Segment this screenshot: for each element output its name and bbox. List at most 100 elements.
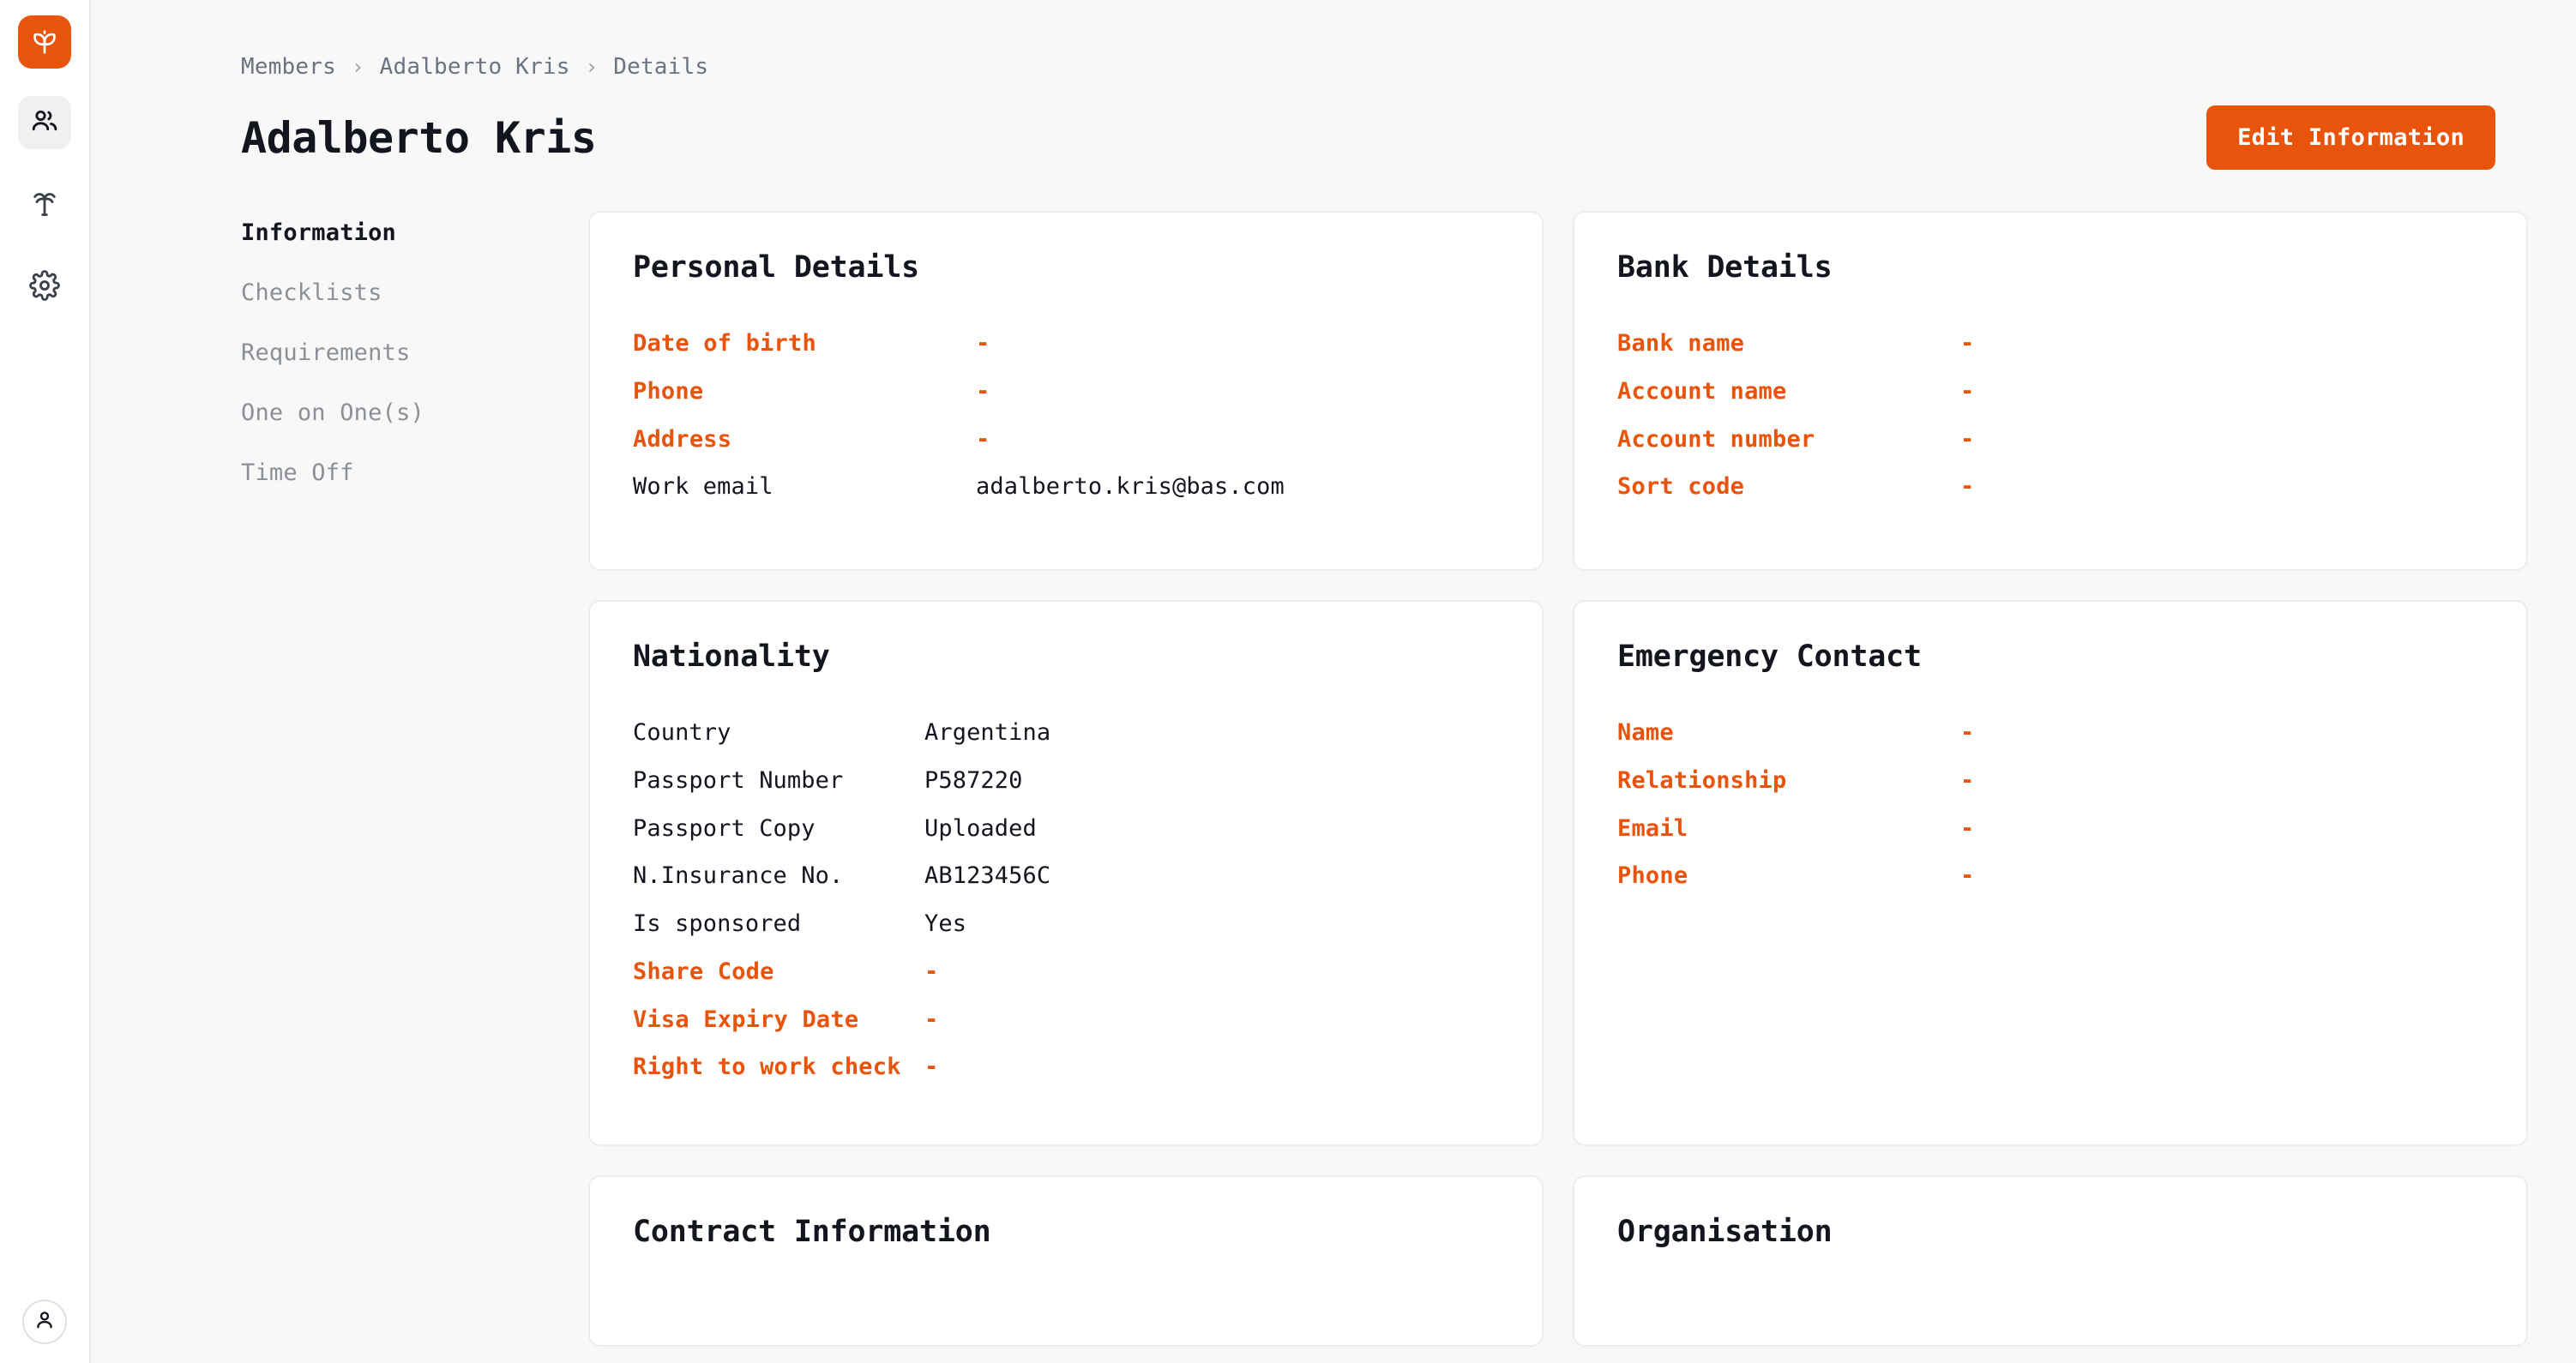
field-row: Date of birth- bbox=[633, 329, 1499, 358]
field-label: Passport Number bbox=[633, 766, 924, 796]
field-value: - bbox=[1960, 377, 1974, 406]
field-value: - bbox=[1960, 472, 1974, 501]
field-value: adalberto.kris@bas.com bbox=[976, 472, 1285, 501]
breadcrumb-item-member-name[interactable]: Adalberto Kris bbox=[380, 54, 570, 80]
nationality-card: Nationality CountryArgentina Passport Num… bbox=[588, 600, 1544, 1146]
field-row: Account number- bbox=[1617, 425, 2483, 454]
user-avatar-icon bbox=[33, 1308, 57, 1336]
field-value: Yes bbox=[924, 910, 966, 939]
field-row: Is sponsoredYes bbox=[633, 910, 1499, 939]
rail-item-time-off[interactable] bbox=[18, 178, 71, 231]
field-row: N.Insurance No.AB123456C bbox=[633, 862, 1499, 891]
bank-details-card: Bank Details Bank name-Account name-Acco… bbox=[1573, 211, 2528, 571]
gear-icon bbox=[29, 270, 60, 304]
field-label: Visa Expiry Date bbox=[633, 1006, 924, 1035]
field-value: - bbox=[1960, 862, 1974, 891]
card-title: Personal Details bbox=[633, 250, 1499, 285]
field-label: Phone bbox=[633, 377, 976, 406]
field-label: Email bbox=[1617, 814, 1960, 844]
people-icon bbox=[29, 105, 60, 140]
field-label: Account number bbox=[1617, 425, 1960, 454]
organisation-card: Organisation bbox=[1573, 1175, 2528, 1347]
edit-information-button[interactable]: Edit Information bbox=[2206, 105, 2495, 170]
contract-information-card: Contract Information bbox=[588, 1175, 1544, 1347]
field-list: Date of birth-Phone-Address-Work emailad… bbox=[633, 329, 1499, 501]
rail-item-settings[interactable] bbox=[18, 261, 71, 314]
chevron-right-icon: › bbox=[352, 55, 364, 79]
field-label: Work email bbox=[633, 472, 976, 501]
leaf-logo-icon bbox=[28, 24, 61, 60]
field-row: Relationship- bbox=[1617, 766, 2483, 796]
field-row: Sort code- bbox=[1617, 472, 2483, 501]
field-row: Passport NumberP587220 bbox=[633, 766, 1499, 796]
field-list: Name-Relationship-Email-Phone- bbox=[1617, 718, 2483, 891]
field-value: - bbox=[976, 425, 990, 454]
page-title: Adalberto Kris bbox=[241, 113, 596, 163]
content-area: Information Checklists Requirements One … bbox=[91, 170, 2528, 1347]
main-content: Members › Adalberto Kris › Details Adalb… bbox=[91, 0, 2576, 1363]
field-value: - bbox=[976, 377, 990, 406]
field-label: Relationship bbox=[1617, 766, 1960, 796]
field-row: Share Code- bbox=[633, 958, 1499, 987]
field-row: Address- bbox=[633, 425, 1499, 454]
field-label: Account name bbox=[1617, 377, 1960, 406]
field-value: AB123456C bbox=[924, 862, 1050, 891]
breadcrumb: Members › Adalberto Kris › Details bbox=[91, 0, 2528, 80]
cards-grid: Personal Details Date of birth-Phone-Add… bbox=[588, 211, 2528, 1347]
field-row: Email- bbox=[1617, 814, 2483, 844]
field-row: Phone- bbox=[1617, 862, 2483, 891]
card-title: Emergency Contact bbox=[1617, 639, 2483, 674]
field-row: Bank name- bbox=[1617, 329, 2483, 358]
field-label: Passport Copy bbox=[633, 814, 924, 844]
card-title: Organisation bbox=[1617, 1215, 2483, 1249]
page-header: Adalberto Kris Edit Information bbox=[91, 80, 2528, 170]
field-value: - bbox=[976, 329, 990, 358]
field-row: Passport CopyUploaded bbox=[633, 814, 1499, 844]
field-row: CountryArgentina bbox=[633, 718, 1499, 748]
palm-tree-icon bbox=[29, 188, 60, 222]
card-title: Contract Information bbox=[633, 1215, 1499, 1249]
field-value: Uploaded bbox=[924, 814, 1037, 844]
card-title: Nationality bbox=[633, 639, 1499, 674]
field-row: Work emailadalberto.kris@bas.com bbox=[633, 472, 1499, 501]
chevron-right-icon-2: › bbox=[586, 55, 599, 79]
tab-one-on-ones[interactable]: One on One(s) bbox=[241, 399, 588, 426]
field-label: Right to work check bbox=[633, 1053, 924, 1082]
field-label: Name bbox=[1617, 718, 1960, 748]
tab-checklists[interactable]: Checklists bbox=[241, 279, 588, 306]
field-label: Address bbox=[633, 425, 976, 454]
emergency-contact-card: Emergency Contact Name-Relationship-Emai… bbox=[1573, 600, 2528, 1146]
rail-item-members[interactable] bbox=[18, 96, 71, 149]
section-tabs: Information Checklists Requirements One … bbox=[241, 211, 588, 1347]
primary-nav-rail bbox=[0, 0, 91, 1363]
field-label: Share Code bbox=[633, 958, 924, 987]
field-list: Bank name-Account name-Account number-So… bbox=[1617, 329, 2483, 501]
field-label: Is sponsored bbox=[633, 910, 924, 939]
field-value: P587220 bbox=[924, 766, 1023, 796]
field-row: Name- bbox=[1617, 718, 2483, 748]
tab-time-off[interactable]: Time Off bbox=[241, 459, 588, 486]
user-avatar[interactable] bbox=[22, 1300, 67, 1344]
field-value: - bbox=[924, 1053, 938, 1082]
field-row: Right to work check- bbox=[633, 1053, 1499, 1082]
field-row: Visa Expiry Date- bbox=[633, 1006, 1499, 1035]
app-logo[interactable] bbox=[18, 15, 71, 69]
personal-details-card: Personal Details Date of birth-Phone-Add… bbox=[588, 211, 1544, 571]
field-value: - bbox=[1960, 718, 1974, 748]
field-value: - bbox=[1960, 766, 1974, 796]
field-label: Country bbox=[633, 718, 924, 748]
field-label: Phone bbox=[1617, 862, 1960, 891]
field-row: Account name- bbox=[1617, 377, 2483, 406]
tab-requirements[interactable]: Requirements bbox=[241, 339, 588, 366]
field-value: - bbox=[1960, 425, 1974, 454]
breadcrumb-item-details: Details bbox=[613, 54, 708, 80]
field-label: N.Insurance No. bbox=[633, 862, 924, 891]
field-label: Bank name bbox=[1617, 329, 1960, 358]
tab-information[interactable]: Information bbox=[241, 219, 588, 246]
field-value: - bbox=[924, 1006, 938, 1035]
field-value: - bbox=[1960, 329, 1974, 358]
field-label: Date of birth bbox=[633, 329, 976, 358]
breadcrumb-item-members[interactable]: Members bbox=[241, 54, 336, 80]
field-label: Sort code bbox=[1617, 472, 1960, 501]
card-title: Bank Details bbox=[1617, 250, 2483, 285]
